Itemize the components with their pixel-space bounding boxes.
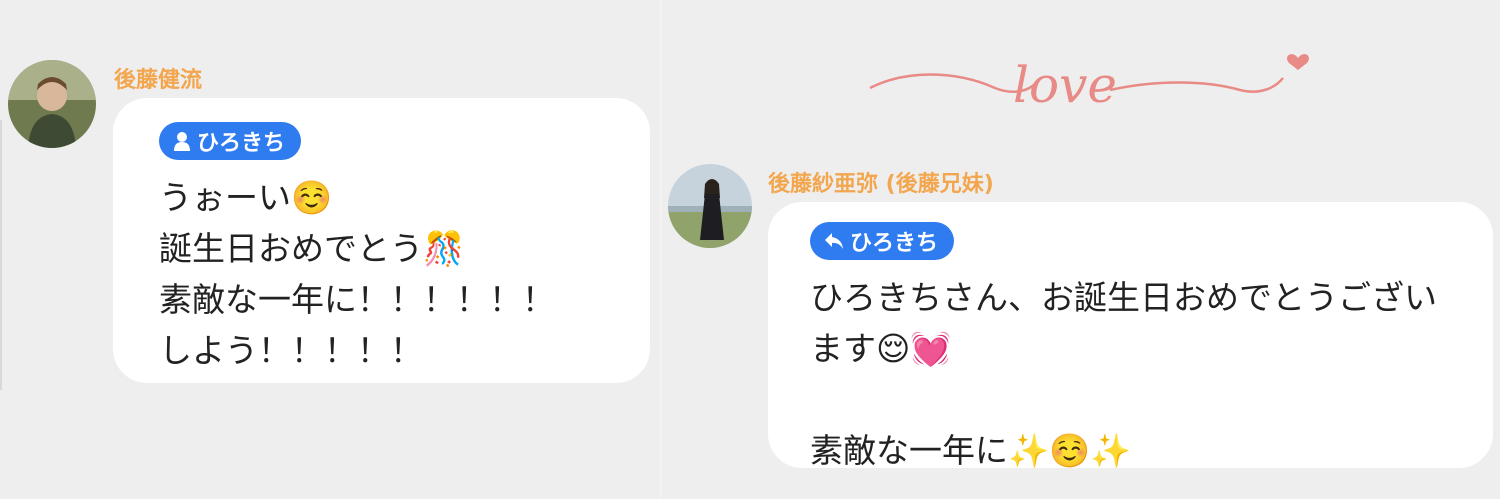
love-text: love xyxy=(1013,56,1117,114)
mention-label: ひろきち xyxy=(850,231,939,256)
message-line: 誕生日おめでとう🎊 xyxy=(159,229,465,268)
message-line: ひろきちさん、お誕生日おめでとうござい xyxy=(810,278,1437,317)
avatar[interactable] xyxy=(668,164,752,248)
message-line: 素敵な一年に！！！！！！ xyxy=(159,280,555,319)
message-bubble[interactable]: ひろきち ひろきちさん、お誕生日おめでとうござい ます😌💓 素敵な一年に✨☺️✨ xyxy=(768,202,1493,470)
heart-icon xyxy=(1287,54,1309,70)
avatar-photo xyxy=(668,164,752,248)
sender-name[interactable]: 後藤健流 xyxy=(114,62,202,94)
avatar-photo xyxy=(8,60,96,148)
mention-label: ひろきち xyxy=(197,131,286,156)
mention-tag[interactable]: ひろきち xyxy=(810,222,955,260)
panel-edge xyxy=(0,120,2,390)
love-decoration: love xyxy=(865,40,1325,120)
panel-divider xyxy=(660,0,662,499)
message-line: 素敵な一年に✨☺️✨ xyxy=(810,431,1132,470)
message-text: ひろきちさん、お誕生日おめでとうござい ます😌💓 素敵な一年に✨☺️✨ xyxy=(810,272,1493,476)
avatar[interactable] xyxy=(8,60,96,148)
mention-tag[interactable]: ひろきち xyxy=(159,122,302,160)
message-line: うぉーい☺️ xyxy=(159,178,333,217)
message-bubble[interactable]: ひろきち うぉーい☺️ 誕生日おめでとう🎊 素敵な一年に！！！！！！ しよう！！… xyxy=(113,98,650,383)
message-line: ます😌💓 xyxy=(810,329,952,368)
sender-name[interactable]: 後藤紗亜弥 (後藤兄妹) xyxy=(768,166,994,198)
person-icon xyxy=(173,131,191,151)
message-line xyxy=(810,374,1493,425)
message-text: うぉーい☺️ 誕生日おめでとう🎊 素敵な一年に！！！！！！ しよう！！！！！ xyxy=(159,172,650,376)
message-line: しよう！！！！！ xyxy=(159,331,423,370)
reply-arrow-icon xyxy=(824,232,844,250)
